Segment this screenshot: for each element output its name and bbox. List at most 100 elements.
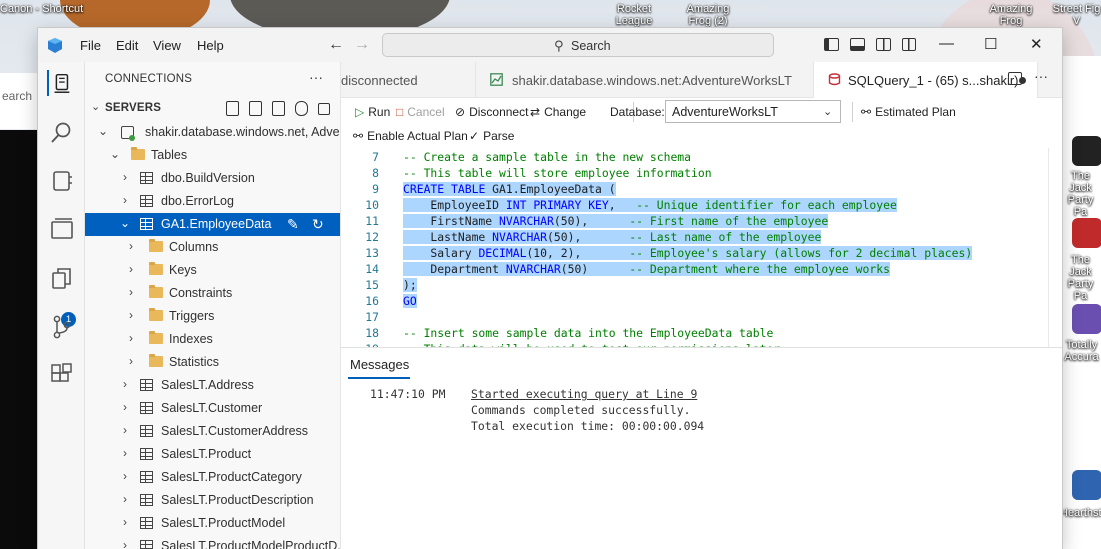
table-icon: [140, 471, 153, 483]
forward-arrow-icon[interactable]: →: [354, 36, 370, 54]
tab-messages[interactable]: Messages: [350, 357, 409, 372]
tree-item[interactable]: ⌄ Tables: [85, 144, 340, 167]
tree-item[interactable]: › Triggers: [85, 305, 340, 328]
chevron-right-icon[interactable]: ›: [119, 400, 131, 414]
desktop-label[interactable]: Amazing Frog: [986, 3, 1036, 27]
tree-item[interactable]: › SalesLT.ProductDescription: [85, 489, 340, 512]
change-connection-button[interactable]: ⇄ Change: [530, 105, 586, 119]
connections-icon[interactable]: [47, 70, 73, 96]
tree-item[interactable]: › dbo.ErrorLog: [85, 190, 340, 213]
desktop-label[interactable]: Totally Accura: [1062, 339, 1101, 363]
tree-item[interactable]: › Indexes: [85, 328, 340, 351]
tab-adventureworks[interactable]: shakir.database.windows.net:AdventureWor…: [476, 62, 814, 98]
menu-help[interactable]: Help: [197, 38, 224, 53]
desktop-app-icon[interactable]: [1072, 218, 1101, 248]
tree-item[interactable]: › SalesLT.Customer: [85, 397, 340, 420]
more-actions-icon[interactable]: ···: [309, 69, 323, 85]
tree-item[interactable]: › Statistics: [85, 351, 340, 374]
servers-section-header[interactable]: ⌄ SERVERS: [85, 99, 340, 119]
desktop-app-icon[interactable]: [1072, 304, 1101, 334]
enable-actual-plan-button[interactable]: ⚯ Enable Actual Plan: [353, 129, 468, 143]
chevron-right-icon[interactable]: ›: [119, 492, 131, 506]
source-files-icon[interactable]: [49, 266, 75, 292]
tree-item[interactable]: › SalesLT.ProductCategory: [85, 466, 340, 489]
menu-view[interactable]: View: [153, 38, 181, 53]
chevron-right-icon[interactable]: ›: [125, 262, 137, 276]
chevron-right-icon[interactable]: ›: [125, 354, 137, 368]
tree-item[interactable]: › Keys: [85, 259, 340, 282]
desktop-label[interactable]: Rocket League: [612, 3, 656, 27]
notebooks-icon[interactable]: [49, 168, 75, 194]
chevron-right-icon[interactable]: ›: [125, 239, 137, 253]
tree-item[interactable]: ⌄ shakir.database.windows.net, Adve...: [85, 121, 340, 144]
desktop-label[interactable]: Street Fig V: [1052, 3, 1101, 27]
active-tab-indicator: [348, 377, 410, 379]
desktop-label[interactable]: The Jack Party Pa: [1060, 254, 1101, 302]
desktop-label[interactable]: Canon - Shortcut: [0, 3, 83, 15]
new-connection-icon[interactable]: [226, 101, 239, 116]
chevron-right-icon[interactable]: ›: [119, 538, 131, 549]
collapse-all-icon[interactable]: [318, 103, 330, 115]
chevron-right-icon[interactable]: ›: [119, 469, 131, 483]
sql-editor[interactable]: 7 -- Create a sample table in the new sch…: [341, 148, 1062, 348]
close-button[interactable]: ✕: [1030, 35, 1043, 53]
message-link[interactable]: Started executing query at Line 9: [471, 387, 697, 401]
split-layout-icon[interactable]: [876, 38, 891, 51]
chevron-right-icon[interactable]: ›: [119, 515, 131, 529]
new-server-group-icon[interactable]: [249, 101, 262, 116]
chevron-right-icon[interactable]: ›: [119, 423, 131, 437]
disconnect-button[interactable]: ⊘ Disconnect: [455, 105, 528, 119]
tree-item[interactable]: › Constraints: [85, 282, 340, 305]
chevron-right-icon[interactable]: ›: [125, 308, 137, 322]
desktop-label[interactable]: Amazing Frog (2): [683, 3, 733, 27]
hierarchy-icon[interactable]: [295, 101, 308, 116]
chevron-down-icon[interactable]: ⌄: [109, 147, 121, 161]
chevron-right-icon[interactable]: ›: [119, 193, 131, 207]
extensions-icon[interactable]: [49, 362, 75, 388]
desktop-label[interactable]: Hearthst: [1060, 507, 1101, 519]
command-search-box[interactable]: ⚲ Search: [382, 33, 774, 57]
back-arrow-icon[interactable]: ←: [328, 36, 344, 54]
chevron-down-icon[interactable]: ⌄: [97, 124, 109, 138]
tab-sqlquery[interactable]: SQLQuery_1 - (65) s...shakir): [814, 62, 1038, 98]
more-actions-icon[interactable]: ···: [1034, 68, 1048, 84]
tab-disconnected[interactable]: disconnected: [341, 62, 476, 98]
cancel-button[interactable]: □ Cancel: [396, 105, 445, 119]
estimated-plan-button[interactable]: ⚯ Estimated Plan: [861, 105, 956, 119]
tree-item[interactable]: › SalesLT.ProductModel: [85, 512, 340, 535]
tree-item[interactable]: › SalesLT.CustomerAddress: [85, 420, 340, 443]
tree-item[interactable]: › SalesLT.Product: [85, 443, 340, 466]
chevron-right-icon[interactable]: ›: [119, 446, 131, 460]
chevron-right-icon[interactable]: ›: [125, 285, 137, 299]
edit-icon[interactable]: ✎: [287, 216, 299, 233]
maximize-button[interactable]: ☐: [984, 35, 997, 53]
extensions-view-icon[interactable]: [49, 216, 75, 242]
chevron-down-icon[interactable]: ⌄: [119, 216, 131, 230]
editor-scrollbar[interactable]: [1048, 148, 1049, 347]
chevron-right-icon[interactable]: ›: [119, 377, 131, 391]
run-button[interactable]: ▷ Run: [355, 105, 390, 119]
show-active-connections-icon[interactable]: [272, 101, 285, 116]
database-select[interactable]: AdventureWorksLT ⌄: [665, 100, 841, 123]
menu-file[interactable]: File: [80, 38, 101, 53]
desktop-label[interactable]: The Jack Party Pa: [1060, 170, 1101, 218]
tree-item[interactable]: ⌄ GA1.EmployeeData ✎ ↻: [85, 213, 340, 236]
chevron-right-icon[interactable]: ›: [119, 170, 131, 184]
minimize-button[interactable]: —: [939, 35, 954, 52]
customize-layout-icon[interactable]: [902, 38, 916, 51]
source-control-icon[interactable]: [49, 314, 75, 340]
tree-item[interactable]: › Columns: [85, 236, 340, 259]
tree-item[interactable]: › SalesLT.ProductModelProductD...: [85, 535, 340, 549]
toggle-sidebar-icon[interactable]: [824, 38, 839, 51]
tree-item[interactable]: › dbo.BuildVersion: [85, 167, 340, 190]
menu-edit[interactable]: Edit: [116, 38, 138, 53]
chevron-right-icon[interactable]: ›: [125, 331, 137, 345]
tree-item[interactable]: › SalesLT.Address: [85, 374, 340, 397]
desktop-app-icon[interactable]: [1072, 136, 1101, 166]
split-editor-icon[interactable]: [1008, 72, 1022, 85]
refresh-icon[interactable]: ↻: [312, 216, 324, 233]
toggle-panel-icon[interactable]: [850, 38, 865, 51]
desktop-app-icon[interactable]: [1072, 470, 1101, 500]
parse-button[interactable]: ✓ Parse: [469, 129, 514, 143]
search-icon[interactable]: [49, 120, 75, 146]
